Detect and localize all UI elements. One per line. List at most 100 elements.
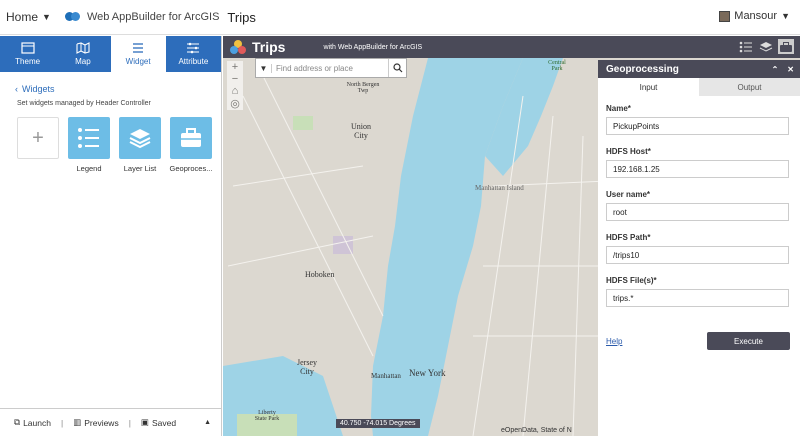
execute-button[interactable]: Execute (707, 332, 790, 350)
chevron-up-icon[interactable]: ▲ (204, 419, 211, 426)
field-label: HDFS Path* (606, 233, 651, 242)
saved-button[interactable]: ▣ Saved (141, 417, 176, 428)
widget-layer-list-label: Layer List (123, 164, 157, 173)
builder-panel: Theme Map Widget Attribute ‹ Widgets Set… (0, 36, 222, 436)
search-widget: ▼ Find address or place (255, 58, 407, 78)
widget-grid: + Legend Layer List Geoproces... (16, 117, 221, 173)
tab-theme[interactable]: Theme (0, 36, 55, 72)
geoprocessing-header: Geoprocessing ⌃ ✕ (598, 60, 800, 78)
hdfs-host-field[interactable]: 192.168.1.25 (606, 160, 789, 178)
user-name-field[interactable]: root (606, 203, 789, 221)
tab-output[interactable]: Output (699, 78, 800, 96)
zoom-in-button[interactable]: + (227, 61, 243, 73)
divider: | (128, 417, 131, 428)
previews-button[interactable]: ▥ Previews (73, 417, 119, 428)
tab-theme-label: Theme (15, 57, 41, 66)
locate-icon[interactable]: ◎ (227, 97, 243, 110)
chevron-down-icon[interactable]: ▼ (42, 12, 51, 22)
map-label: Union City (351, 122, 371, 140)
zoom-out-button[interactable]: − (227, 73, 243, 85)
map-label: New York (409, 368, 446, 378)
widget-add[interactable]: + (16, 117, 60, 173)
app-logo-icon (230, 40, 246, 54)
home-label[interactable]: Home (6, 10, 38, 24)
launch-label: Launch (23, 417, 51, 428)
zoom-controls: + − ⌂ ◎ (227, 61, 243, 110)
search-button[interactable] (388, 59, 406, 77)
toolbox-icon[interactable] (170, 117, 212, 159)
name-field[interactable]: PickupPoints (606, 117, 789, 135)
home-icon[interactable]: ⌂ (227, 85, 243, 97)
widget-legend-label: Legend (76, 164, 102, 173)
tab-map-label: Map (75, 57, 91, 66)
previews-icon: ▥ (73, 417, 82, 427)
divider: | (60, 417, 64, 428)
theme-icon (21, 42, 35, 54)
collapse-icon[interactable]: ⌃ (772, 65, 779, 74)
map-label: Manhattan Island (475, 184, 524, 192)
chevron-down-icon[interactable]: ▼ (781, 11, 790, 21)
layers-icon[interactable] (119, 117, 161, 159)
geoprocessing-panel: Geoprocessing ⌃ ✕ Input Output Name* Pic… (598, 60, 800, 436)
app-name: Trips (252, 39, 286, 55)
wab-logo-icon (64, 12, 81, 22)
field-user-name: User name* root (606, 190, 790, 221)
header-controller (738, 39, 794, 54)
tab-input[interactable]: Input (598, 78, 699, 96)
tab-attribute-label: Attribute (178, 57, 209, 66)
chevron-down-icon[interactable]: ▼ (256, 63, 272, 73)
field-hdfs-files: HDFS File(s)* trips.* (606, 276, 790, 307)
attribute-icon (187, 42, 200, 54)
geoprocessing-title: Geoprocessing (606, 63, 679, 75)
layers-icon[interactable] (758, 39, 774, 54)
close-icon[interactable]: ✕ (787, 65, 794, 74)
launch-button[interactable]: ⧉ Launch (14, 417, 51, 428)
widgets-back-link[interactable]: ‹ Widgets (15, 84, 221, 94)
widget-layer-list[interactable]: Layer List (118, 117, 162, 173)
legend-icon[interactable] (68, 117, 110, 159)
map-attribution: eOpenData, State of N (501, 427, 572, 434)
map-icon (76, 42, 90, 54)
widgets-title[interactable]: Widgets (22, 84, 55, 94)
user-menu[interactable]: Mansour ▼ (719, 10, 790, 22)
hdfs-files-field[interactable]: trips.* (606, 289, 789, 307)
app-subtitle: with Web AppBuilder for ArcGIS (323, 43, 423, 51)
legend-icon[interactable] (738, 39, 754, 54)
field-name: Name* PickupPoints (606, 104, 790, 135)
widget-icon (133, 43, 144, 53)
home-menu[interactable]: Home ▼ (6, 10, 51, 24)
top-bar: Home ▼ Web AppBuilder for ArcGIS Trips M… (0, 0, 800, 35)
map-label: Jersey City (297, 358, 317, 376)
map-label: Liberty State Park (254, 410, 280, 422)
search-icon (392, 63, 402, 73)
builder-tabs: Theme Map Widget Attribute (0, 36, 221, 72)
chevron-left-icon[interactable]: ‹ (15, 84, 18, 94)
tab-attribute[interactable]: Attribute (166, 36, 221, 72)
app-title: Trips (227, 9, 256, 25)
builder-footer: ⧉ Launch | ▥ Previews | ▣ Saved ▲ (0, 408, 222, 436)
launch-icon: ⧉ (14, 417, 21, 427)
hdfs-path-field[interactable]: /trips10 (606, 246, 789, 264)
tab-widget[interactable]: Widget (110, 36, 166, 72)
toolbox-icon[interactable] (778, 39, 794, 54)
tab-map[interactable]: Map (55, 36, 110, 72)
avatar (719, 10, 731, 22)
field-label: Name* (606, 104, 631, 113)
field-hdfs-path: HDFS Path* /trips10 (606, 233, 790, 264)
search-input[interactable]: Find address or place (272, 64, 388, 73)
field-label: User name* (606, 190, 651, 199)
builder-label: Web AppBuilder for ArcGIS (86, 11, 220, 23)
map-label: North Bergen Twp (346, 82, 380, 94)
plus-icon[interactable]: + (17, 117, 59, 159)
widget-geoprocessing-label: Geoproces... (169, 164, 213, 173)
map-header: Trips with Web AppBuilder for ArcGIS (223, 36, 800, 58)
previews-label: Previews (84, 417, 119, 428)
geoprocessing-footer: Help Execute (606, 332, 790, 350)
map-label: Central Park (548, 60, 566, 72)
widget-legend[interactable]: Legend (67, 117, 111, 173)
user-name[interactable]: Mansour (734, 10, 777, 22)
geoprocessing-tabs: Input Output (598, 78, 800, 96)
widget-geoprocessing[interactable]: Geoproces... (169, 117, 213, 173)
save-icon: ▣ (140, 417, 149, 427)
help-link[interactable]: Help (606, 337, 622, 346)
